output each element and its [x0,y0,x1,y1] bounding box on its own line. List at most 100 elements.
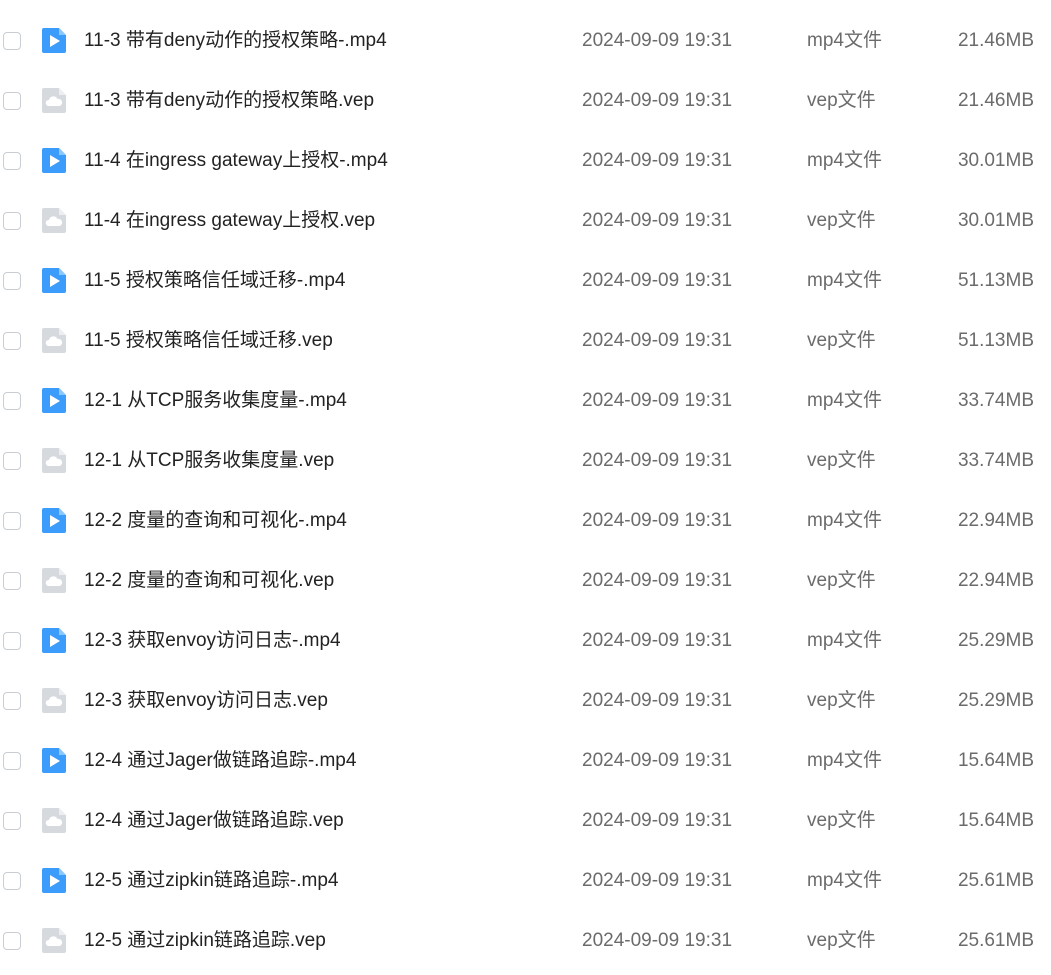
file-modified-date: 2024-09-09 19:31 [582,810,733,831]
row-checkbox[interactable] [3,452,21,470]
file-row[interactable]: 12-3 获取envoy访问日志-.mp4 2024-09-09 19:31 mp4… [0,611,1051,671]
file-type: mp4文件 [807,750,882,771]
file-name[interactable]: 12-5 通过zipkin链路追踪-.mp4 [84,851,338,911]
file-name[interactable]: 12-1 从TCP服务收集度量-.mp4 [84,371,347,431]
file-name[interactable]: 12-3 获取envoy访问日志.vep [84,671,328,731]
file-name[interactable]: 12-2 度量的查询和可视化.vep [84,551,334,611]
video-file-icon [41,267,67,294]
row-checkbox[interactable] [3,872,21,890]
file-size: 21.46MB [957,90,1034,111]
row-checkbox[interactable] [3,332,21,350]
file-type: vep文件 [807,570,876,591]
file-type: vep文件 [807,450,876,471]
row-checkbox[interactable] [3,272,21,290]
cloud-file-icon [41,447,67,474]
file-size: 25.29MB [957,690,1034,711]
file-row[interactable]: 12-5 通过zipkin链路追踪-.mp4 2024-09-09 19:31 mp… [0,851,1051,911]
file-name[interactable]: 11-4 在ingress gateway上授权-.mp4 [84,131,388,191]
file-size: 33.74MB [957,450,1034,471]
row-checkbox[interactable] [3,692,21,710]
file-row[interactable]: 12-3 获取envoy访问日志.vep 2024-09-09 19:31 vep文… [0,671,1051,731]
file-row[interactable]: 12-5 通过zipkin链路追踪.vep 2024-09-09 19:31 vep… [0,911,1051,971]
file-modified-date: 2024-09-09 19:31 [582,690,733,711]
file-size: 30.01MB [957,210,1034,231]
file-name[interactable]: 12-4 通过Jager做链路追踪-.mp4 [84,731,356,791]
row-checkbox[interactable] [3,512,21,530]
file-name[interactable]: 11-3 带有deny动作的授权策略-.mp4 [84,11,387,71]
file-size: 22.94MB [957,570,1034,591]
file-modified-date: 2024-09-09 19:31 [582,930,733,951]
row-checkbox[interactable] [3,392,21,410]
file-row[interactable]: 11-4 在ingress gateway上授权.vep 2024-09-09 1… [0,191,1051,251]
file-modified-date: 2024-09-09 19:31 [582,30,733,51]
file-name[interactable]: 12-4 通过Jager做链路追踪.vep [84,791,344,851]
file-row[interactable]: 11-3 带有deny动作的授权策略-.mp4 2024-09-09 19:31 m… [0,11,1051,71]
file-modified-date: 2024-09-09 19:31 [582,150,733,171]
file-type: mp4文件 [807,390,882,411]
file-modified-date: 2024-09-09 19:31 [582,390,733,411]
file-size: 22.94MB [957,510,1034,531]
file-modified-date: 2024-09-09 19:31 [582,210,733,231]
file-row[interactable]: 11-4 在ingress gateway上授权-.mp4 2024-09-09 … [0,131,1051,191]
row-checkbox[interactable] [3,752,21,770]
cloud-file-icon [41,87,67,114]
file-size: 15.64MB [957,810,1034,831]
file-size: 25.61MB [957,870,1034,891]
file-type: vep文件 [807,90,876,111]
file-row[interactable]: 12-1 从TCP服务收集度量.vep 2024-09-09 19:31 vep文件… [0,431,1051,491]
file-name[interactable]: 12-1 从TCP服务收集度量.vep [84,431,334,491]
file-modified-date: 2024-09-09 19:31 [582,330,733,351]
row-checkbox[interactable] [3,212,21,230]
row-checkbox[interactable] [3,572,21,590]
file-size: 30.01MB [957,150,1034,171]
file-type: vep文件 [807,930,876,951]
file-name[interactable]: 11-3 带有deny动作的授权策略.vep [84,71,374,131]
cloud-file-icon [41,687,67,714]
cloud-file-icon [41,927,67,954]
file-modified-date: 2024-09-09 19:31 [582,750,733,771]
file-name[interactable]: 12-2 度量的查询和可视化-.mp4 [84,491,347,551]
video-file-icon [41,27,67,54]
file-modified-date: 2024-09-09 19:31 [582,450,733,471]
video-file-icon [41,627,67,654]
cloud-file-icon [41,807,67,834]
file-size: 51.13MB [957,270,1034,291]
video-file-icon [41,867,67,894]
file-name[interactable]: 11-5 授权策略信任域迁移-.mp4 [84,251,345,311]
file-size: 51.13MB [957,330,1034,351]
row-checkbox[interactable] [3,812,21,830]
file-modified-date: 2024-09-09 19:31 [582,570,733,591]
file-type: mp4文件 [807,270,882,291]
file-row[interactable]: 12-2 度量的查询和可视化.vep 2024-09-09 19:31 vep文件 2… [0,551,1051,611]
file-modified-date: 2024-09-09 19:31 [582,630,733,651]
file-modified-date: 2024-09-09 19:31 [582,870,733,891]
file-type: mp4文件 [807,630,882,651]
file-type: mp4文件 [807,510,882,531]
file-size: 25.61MB [957,930,1034,951]
file-row[interactable]: 12-4 通过Jager做链路追踪-.mp4 2024-09-09 19:31 mp… [0,731,1051,791]
file-name[interactable]: 11-4 在ingress gateway上授权.vep [84,191,375,251]
file-name[interactable]: 11-5 授权策略信任域迁移.vep [84,311,333,371]
file-row[interactable]: 12-4 通过Jager做链路追踪.vep 2024-09-09 19:31 vep… [0,791,1051,851]
file-row[interactable]: 11-3 带有deny动作的授权策略.vep 2024-09-09 19:31 ve… [0,71,1051,131]
row-checkbox[interactable] [3,152,21,170]
file-list: 11-3 带有deny动作的授权策略-.mp4 2024-09-09 19:31 m… [0,0,1051,975]
file-row[interactable]: 12-1 从TCP服务收集度量-.mp4 2024-09-09 19:31 mp4文… [0,371,1051,431]
video-file-icon [41,507,67,534]
file-name[interactable]: 12-5 通过zipkin链路追踪.vep [84,911,326,971]
file-size: 33.74MB [957,390,1034,411]
file-modified-date: 2024-09-09 19:31 [582,90,733,111]
file-name[interactable]: 12-3 获取envoy访问日志-.mp4 [84,611,341,671]
cloud-file-icon [41,567,67,594]
file-row[interactable]: 11-5 授权策略信任域迁移-.mp4 2024-09-09 19:31 mp4文件… [0,251,1051,311]
row-checkbox[interactable] [3,932,21,950]
file-type: mp4文件 [807,30,882,51]
file-modified-date: 2024-09-09 19:31 [582,510,733,531]
row-checkbox[interactable] [3,92,21,110]
file-row[interactable]: 11-5 授权策略信任域迁移.vep 2024-09-09 19:31 vep文件 5… [0,311,1051,371]
row-checkbox[interactable] [3,632,21,650]
video-file-icon [41,387,67,414]
file-type: vep文件 [807,690,876,711]
row-checkbox[interactable] [3,32,21,50]
file-row[interactable]: 12-2 度量的查询和可视化-.mp4 2024-09-09 19:31 mp4文件… [0,491,1051,551]
